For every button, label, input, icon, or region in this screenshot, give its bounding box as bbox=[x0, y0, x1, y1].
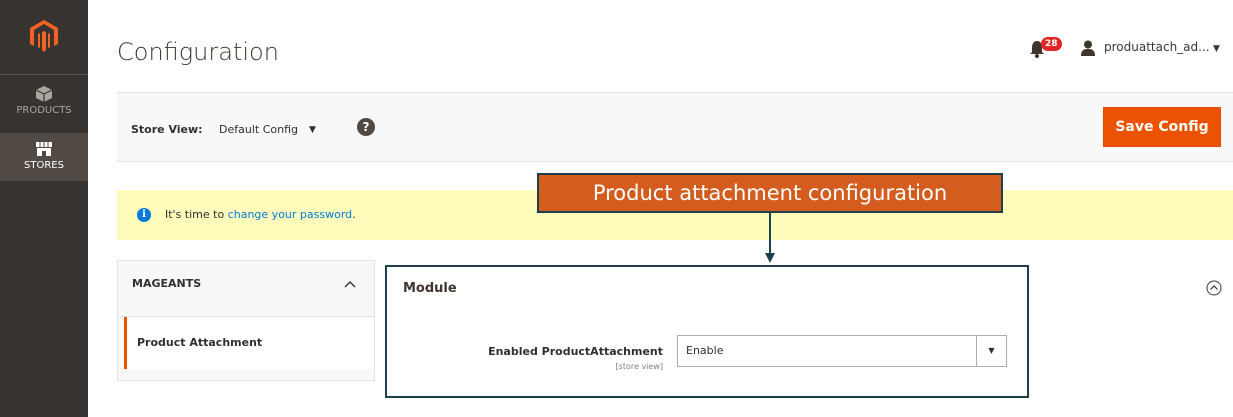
notice-prefix: It's time to bbox=[165, 208, 228, 221]
admin-sidebar: PRODUCTS STORES bbox=[0, 0, 88, 417]
nav-item-products[interactable]: PRODUCTS bbox=[0, 86, 88, 130]
save-config-button[interactable]: Save Config bbox=[1103, 107, 1221, 147]
magento-logo-icon bbox=[30, 20, 58, 52]
annotation-callout: Product attachment configuration bbox=[537, 173, 1003, 213]
chevron-down-icon[interactable]: ▼ bbox=[1213, 44, 1220, 54]
tab-item-label: Product Attachment bbox=[137, 336, 263, 349]
field-scope: [store view] bbox=[615, 362, 663, 371]
page-title: Configuration bbox=[117, 38, 279, 66]
store-view-bar: Store View: Default Config ▼ ? Save Conf… bbox=[117, 92, 1233, 162]
store-icon bbox=[36, 142, 52, 156]
user-menu[interactable]: produattach_ad... bbox=[1104, 40, 1210, 54]
notifications-badge[interactable]: 28 bbox=[1041, 37, 1062, 51]
chevron-down-icon[interactable]: ▼ bbox=[309, 125, 316, 135]
arrow-down-icon bbox=[765, 213, 775, 263]
field-label: Enabled ProductAttachment bbox=[488, 345, 663, 358]
select-value: Enable bbox=[686, 344, 724, 357]
nav-item-label: PRODUCTS bbox=[16, 105, 72, 116]
tab-group-label: MAGEANTS bbox=[132, 277, 202, 290]
help-icon[interactable]: ? bbox=[357, 118, 375, 136]
change-password-link[interactable]: change your password bbox=[228, 208, 352, 221]
magento-logo[interactable] bbox=[0, 0, 88, 75]
tab-group-header[interactable]: MAGEANTS bbox=[118, 261, 374, 317]
store-view-label: Store View: bbox=[131, 123, 203, 136]
module-section: Module Enabled ProductAttachment [store … bbox=[385, 265, 1029, 398]
user-icon[interactable] bbox=[1081, 40, 1095, 56]
info-icon: i bbox=[137, 208, 151, 222]
chevron-up-icon bbox=[344, 280, 356, 288]
store-view-switcher[interactable]: Default Config bbox=[219, 123, 298, 136]
collapse-icon[interactable] bbox=[1206, 280, 1222, 296]
tab-product-attachment[interactable]: Product Attachment bbox=[124, 317, 374, 369]
enabled-productattachment-select[interactable]: Enable ▼ bbox=[677, 335, 1007, 367]
section-title[interactable]: Module bbox=[403, 281, 457, 296]
notice-suffix: . bbox=[352, 208, 356, 221]
nav-item-stores[interactable]: STORES bbox=[0, 133, 88, 181]
chevron-down-icon[interactable]: ▼ bbox=[976, 336, 1006, 366]
notice-text: It's time to change your password. bbox=[165, 208, 356, 221]
cube-icon bbox=[35, 86, 53, 102]
nav-item-label: STORES bbox=[24, 160, 64, 171]
config-tabs: MAGEANTS Product Attachment bbox=[117, 260, 375, 381]
